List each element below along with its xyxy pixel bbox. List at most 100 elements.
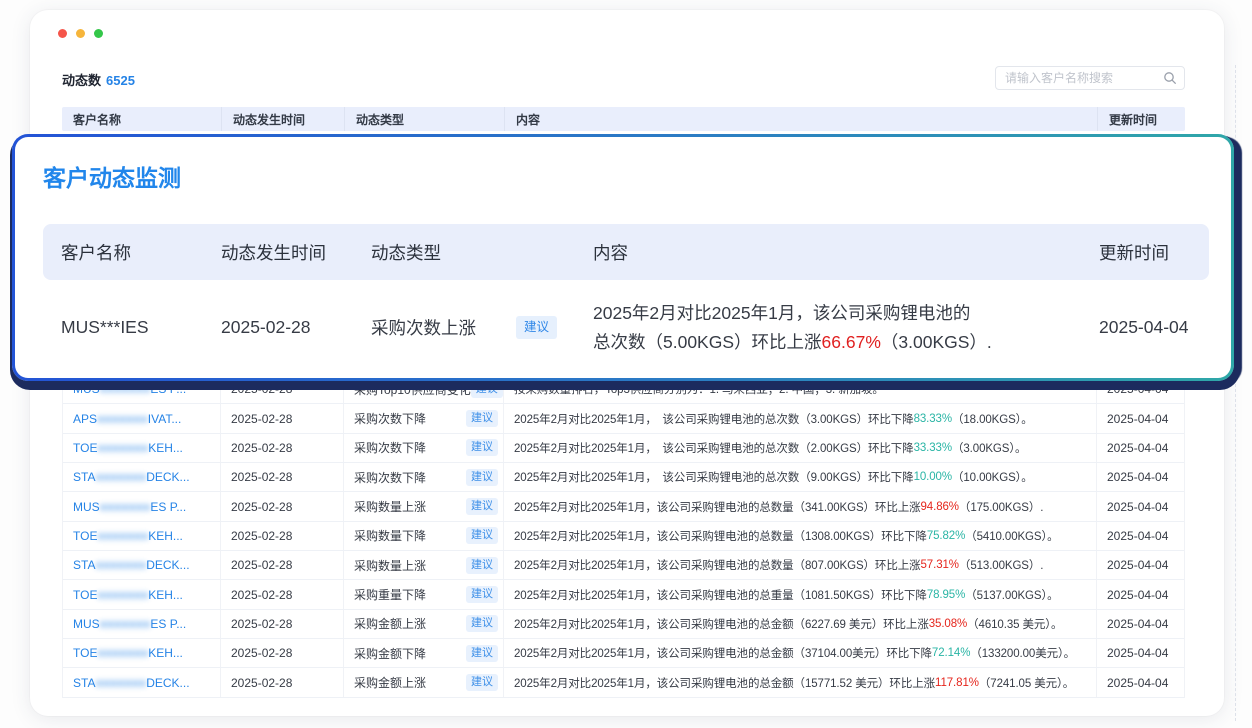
event-date-cell: 2025-02-28 xyxy=(221,610,344,638)
dynamics-count-value: 6525 xyxy=(106,73,135,88)
customer-name-link[interactable]: MUS■■■■■■■ES P... xyxy=(63,610,221,638)
suggestion-badge: 建议 xyxy=(466,645,498,662)
customer-name-suffix: DECK... xyxy=(146,470,189,484)
event-date-cell: 2025-02-28 xyxy=(221,492,344,520)
customer-name-prefix: APS xyxy=(73,412,97,426)
customer-name-prefix: TOE xyxy=(73,441,97,455)
customer-name-link[interactable]: APS■■■■■■■IVAT... xyxy=(63,404,221,432)
event-type-label: 采购重量下降 xyxy=(354,586,426,603)
event-type-label: 采购数量上涨 xyxy=(354,498,426,515)
updated-date-cell: 2025-04-04 xyxy=(1097,668,1184,696)
maximize-window-icon[interactable] xyxy=(94,29,103,38)
percent-change: 10.00% xyxy=(914,471,952,483)
event-type-cell: 采购金额上涨建议 xyxy=(344,610,504,638)
content-text-post: （4610.35 美元）。 xyxy=(967,616,1062,632)
content-text-post: （10.00KGS）。 xyxy=(952,469,1033,485)
event-content-cell: 2025年2月对比2025年1月，该公司采购锂电池的总数量（1308.00KGS… xyxy=(504,522,1097,550)
updated-date-cell: 2025-04-04 xyxy=(1097,639,1184,667)
content-text-post: （18.00KGS）。 xyxy=(952,411,1033,427)
percent-change: 94.86% xyxy=(921,501,959,513)
table-row[interactable]: STA■■■■■■■DECK...2025-02-28采购次数下降建议2025年… xyxy=(63,463,1184,492)
page-title: 客户动态监测 xyxy=(43,159,181,193)
content-text: 2025年2月对比2025年1月，该公司采购锂电池的总金额（15771.52 美… xyxy=(514,675,935,691)
customer-name-suffix: ES P... xyxy=(150,500,186,514)
updated-date-cell: 2025-04-04 xyxy=(1097,580,1184,608)
search-input[interactable] xyxy=(1005,71,1163,85)
header-event-type: 动态类型 xyxy=(371,240,593,265)
suggestion-badge: 建议 xyxy=(466,615,498,632)
percent-change: 78.95% xyxy=(927,589,965,601)
header-content: 内容 xyxy=(593,240,1099,265)
event-type-label: 采购次数上涨 xyxy=(371,315,476,340)
content-text-post: （133200.00美元）。 xyxy=(970,645,1075,661)
event-date-cell: 2025-02-28 xyxy=(221,580,344,608)
content-text-post: （5137.00KGS）。 xyxy=(965,587,1058,603)
customer-name-link[interactable]: STA■■■■■■■DECK... xyxy=(63,463,221,491)
event-date-cell: 2025-02-28 xyxy=(221,639,344,667)
customer-name-link[interactable]: TOE■■■■■■■KEH... xyxy=(63,580,221,608)
table-header-row: 客户名称 动态发生时间 动态类型 内容 更新时间 xyxy=(62,107,1185,131)
table-row[interactable]: TOE■■■■■■■KEH...2025-02-28采购数量下降建议2025年2… xyxy=(63,522,1184,551)
content-text: 按采购数量排名，Top3供应商分别为：1. 马来西亚；2. 中国；3. 新加坡。 xyxy=(514,381,884,397)
customer-name-link[interactable]: TOE■■■■■■■KEH... xyxy=(63,434,221,462)
event-type-cell: 采购重量下降 建议 xyxy=(344,580,504,608)
event-date-cell: 2025-02-28 xyxy=(221,522,344,550)
table-row[interactable]: APS■■■■■■■IVAT...2025-02-28采购次数下降建议2025年… xyxy=(63,404,1184,433)
content-text-post: （175.00KGS）. xyxy=(959,499,1043,515)
search-icon[interactable] xyxy=(1163,71,1177,85)
customer-name-link[interactable]: TOE■■■■■■■KEH... xyxy=(63,522,221,550)
percent-change: 75.82% xyxy=(927,530,965,542)
table-row[interactable]: TOE■■■■■■■KEH...2025-02-28采购重量下降建议2025年2… xyxy=(63,580,1184,609)
customer-name-prefix: MUS xyxy=(73,500,100,514)
customer-name-prefix: TOE xyxy=(73,529,97,543)
spotlight-row[interactable]: MUS***IES 2025-02-28 采购次数上涨 建议 2025年2月对比… xyxy=(43,280,1209,375)
minimize-window-icon[interactable] xyxy=(76,29,85,38)
customer-name-suffix: KEH... xyxy=(148,646,183,660)
event-date: 2025-02-28 xyxy=(221,317,371,338)
table-row[interactable]: TOE■■■■■■■KEH...2025-02-28 采购金额下降 建议 2025年2… xyxy=(63,639,1184,668)
table-row[interactable]: STA■■■■■■■DECK...2025-02-28采购金额上涨建议2025年… xyxy=(63,668,1184,697)
customer-name-redacted: ■■■■■■■ xyxy=(97,412,148,426)
table-row[interactable]: MUS■■■■■■■ES P...2025-02-28采购金额上涨建议2025年… xyxy=(63,610,1184,639)
event-type-cell: 采购金额上涨建议 xyxy=(344,668,504,696)
suggestion-badge: 建议 xyxy=(466,527,498,544)
event-type-label: 采购次数下降 xyxy=(354,439,426,456)
event-date-cell: 2025-02-28 xyxy=(221,463,344,491)
content-text: 2025年2月对比2025年1月， 该公司采购锂电池的总次数（3.00KGS）环… xyxy=(514,411,914,427)
content-line-1: 2025年2月对比2025年1月，该公司采购锂电池的 xyxy=(593,299,1099,328)
customer-name-redacted: ■■■■■■■ xyxy=(100,382,151,396)
dynamics-count: 动态数6525 xyxy=(62,70,135,89)
updated-date-cell: 2025-04-04 xyxy=(1097,522,1184,550)
customer-name-suffix: IVAT... xyxy=(148,412,182,426)
customer-name-prefix: MUS xyxy=(73,617,100,631)
updated-date-cell: 2025-04-04 xyxy=(1097,610,1184,638)
updated-date-cell: 2025-04-04 xyxy=(1097,492,1184,520)
window-controls xyxy=(58,29,103,38)
header-event-type: 动态类型 xyxy=(345,107,505,131)
suggestion-badge: 建议 xyxy=(466,586,498,603)
customer-name-link[interactable]: TOE■■■■■■■KEH... xyxy=(63,639,221,667)
customer-name-link[interactable]: STA■■■■■■■DECK... xyxy=(63,668,221,696)
event-type-label: 采购金额下降 xyxy=(354,645,426,662)
customer-name-link[interactable]: MUS■■■■■■■ES P... xyxy=(63,492,221,520)
suggestion-badge: 建议 xyxy=(466,469,498,486)
event-type-cell: 采购次数下降建议 xyxy=(344,404,504,432)
customer-name-redacted: ■■■■■■■ xyxy=(97,441,148,455)
customer-name-link[interactable]: STA■■■■■■■DECK... xyxy=(63,551,221,579)
customer-name-prefix: STA xyxy=(73,558,95,572)
customer-name-prefix: MUS xyxy=(73,382,100,396)
event-type-label: 采购Top10供应商变化 xyxy=(354,381,471,398)
table-row[interactable]: STA■■■■■■■DECK...2025-02-28采购数量上涨建议2025年… xyxy=(63,551,1184,580)
customer-name-redacted: ■■■■■■■ xyxy=(100,617,151,631)
event-type-cell: 采购数量上涨建议 xyxy=(344,492,504,520)
table-row[interactable]: MUS■■■■■■■ES P...2025-02-28采购数量上涨建议2025年… xyxy=(63,492,1184,521)
updated-date-cell: 2025-04-04 xyxy=(1097,551,1184,579)
event-type-label: 采购数量上涨 xyxy=(354,557,426,574)
close-window-icon[interactable] xyxy=(58,29,67,38)
customer-name-redacted: ■■■■■■■ xyxy=(95,470,146,484)
table-row[interactable]: TOE■■■■■■■KEH...2025-02-28采购次数下降建议2025年2… xyxy=(63,434,1184,463)
content-text: 2025年2月对比2025年1月，该公司采购锂电池的总数量（807.00KGS）… xyxy=(514,557,921,573)
header-event-date: 动态发生时间 xyxy=(221,240,371,265)
search-box[interactable] xyxy=(995,66,1185,90)
content-text: 2025年2月对比2025年1月，该公司采购锂电池的总金额（37104.00美元… xyxy=(514,645,932,661)
